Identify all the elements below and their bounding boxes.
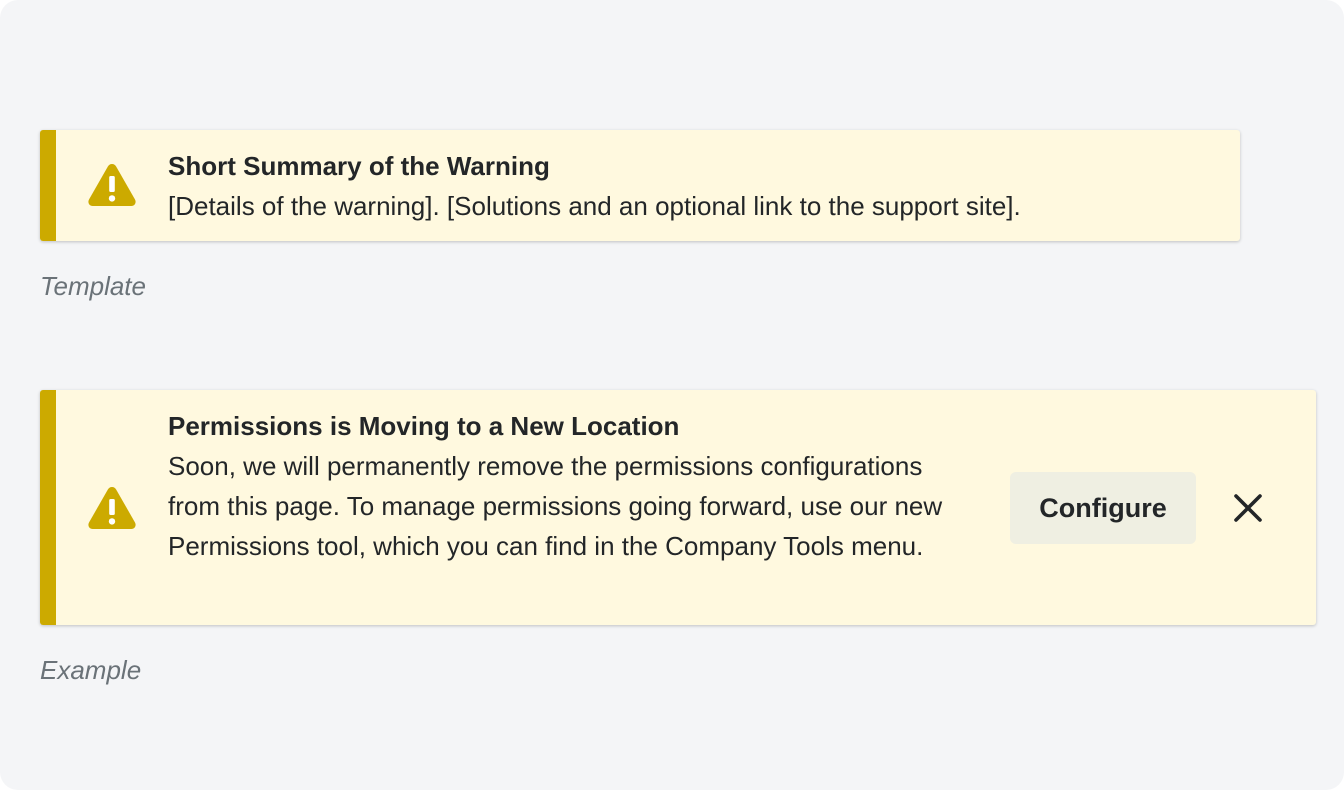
banner-title: Short Summary of the Warning	[168, 151, 550, 181]
warning-icon	[88, 487, 136, 529]
banner-body: [Details of the warning]. [Solutions and…	[168, 191, 1021, 221]
banner-accent-stripe	[40, 390, 56, 625]
close-icon[interactable]	[1228, 488, 1268, 528]
banner-title: Permissions is Moving to a New Location	[168, 411, 680, 441]
configure-button[interactable]: Configure	[1010, 472, 1196, 544]
banner-content: Permissions is Moving to a New Location …	[168, 406, 948, 566]
banner-content: Short Summary of the Warning [Details of…	[168, 146, 1021, 226]
page-canvas: Short Summary of the Warning [Details of…	[0, 0, 1344, 790]
banner-accent-stripe	[40, 130, 56, 241]
example-caption: Example	[40, 655, 142, 685]
template-caption: Template	[40, 271, 146, 301]
banner-body: Soon, we will permanently remove the per…	[168, 451, 943, 561]
warning-icon	[88, 164, 136, 206]
